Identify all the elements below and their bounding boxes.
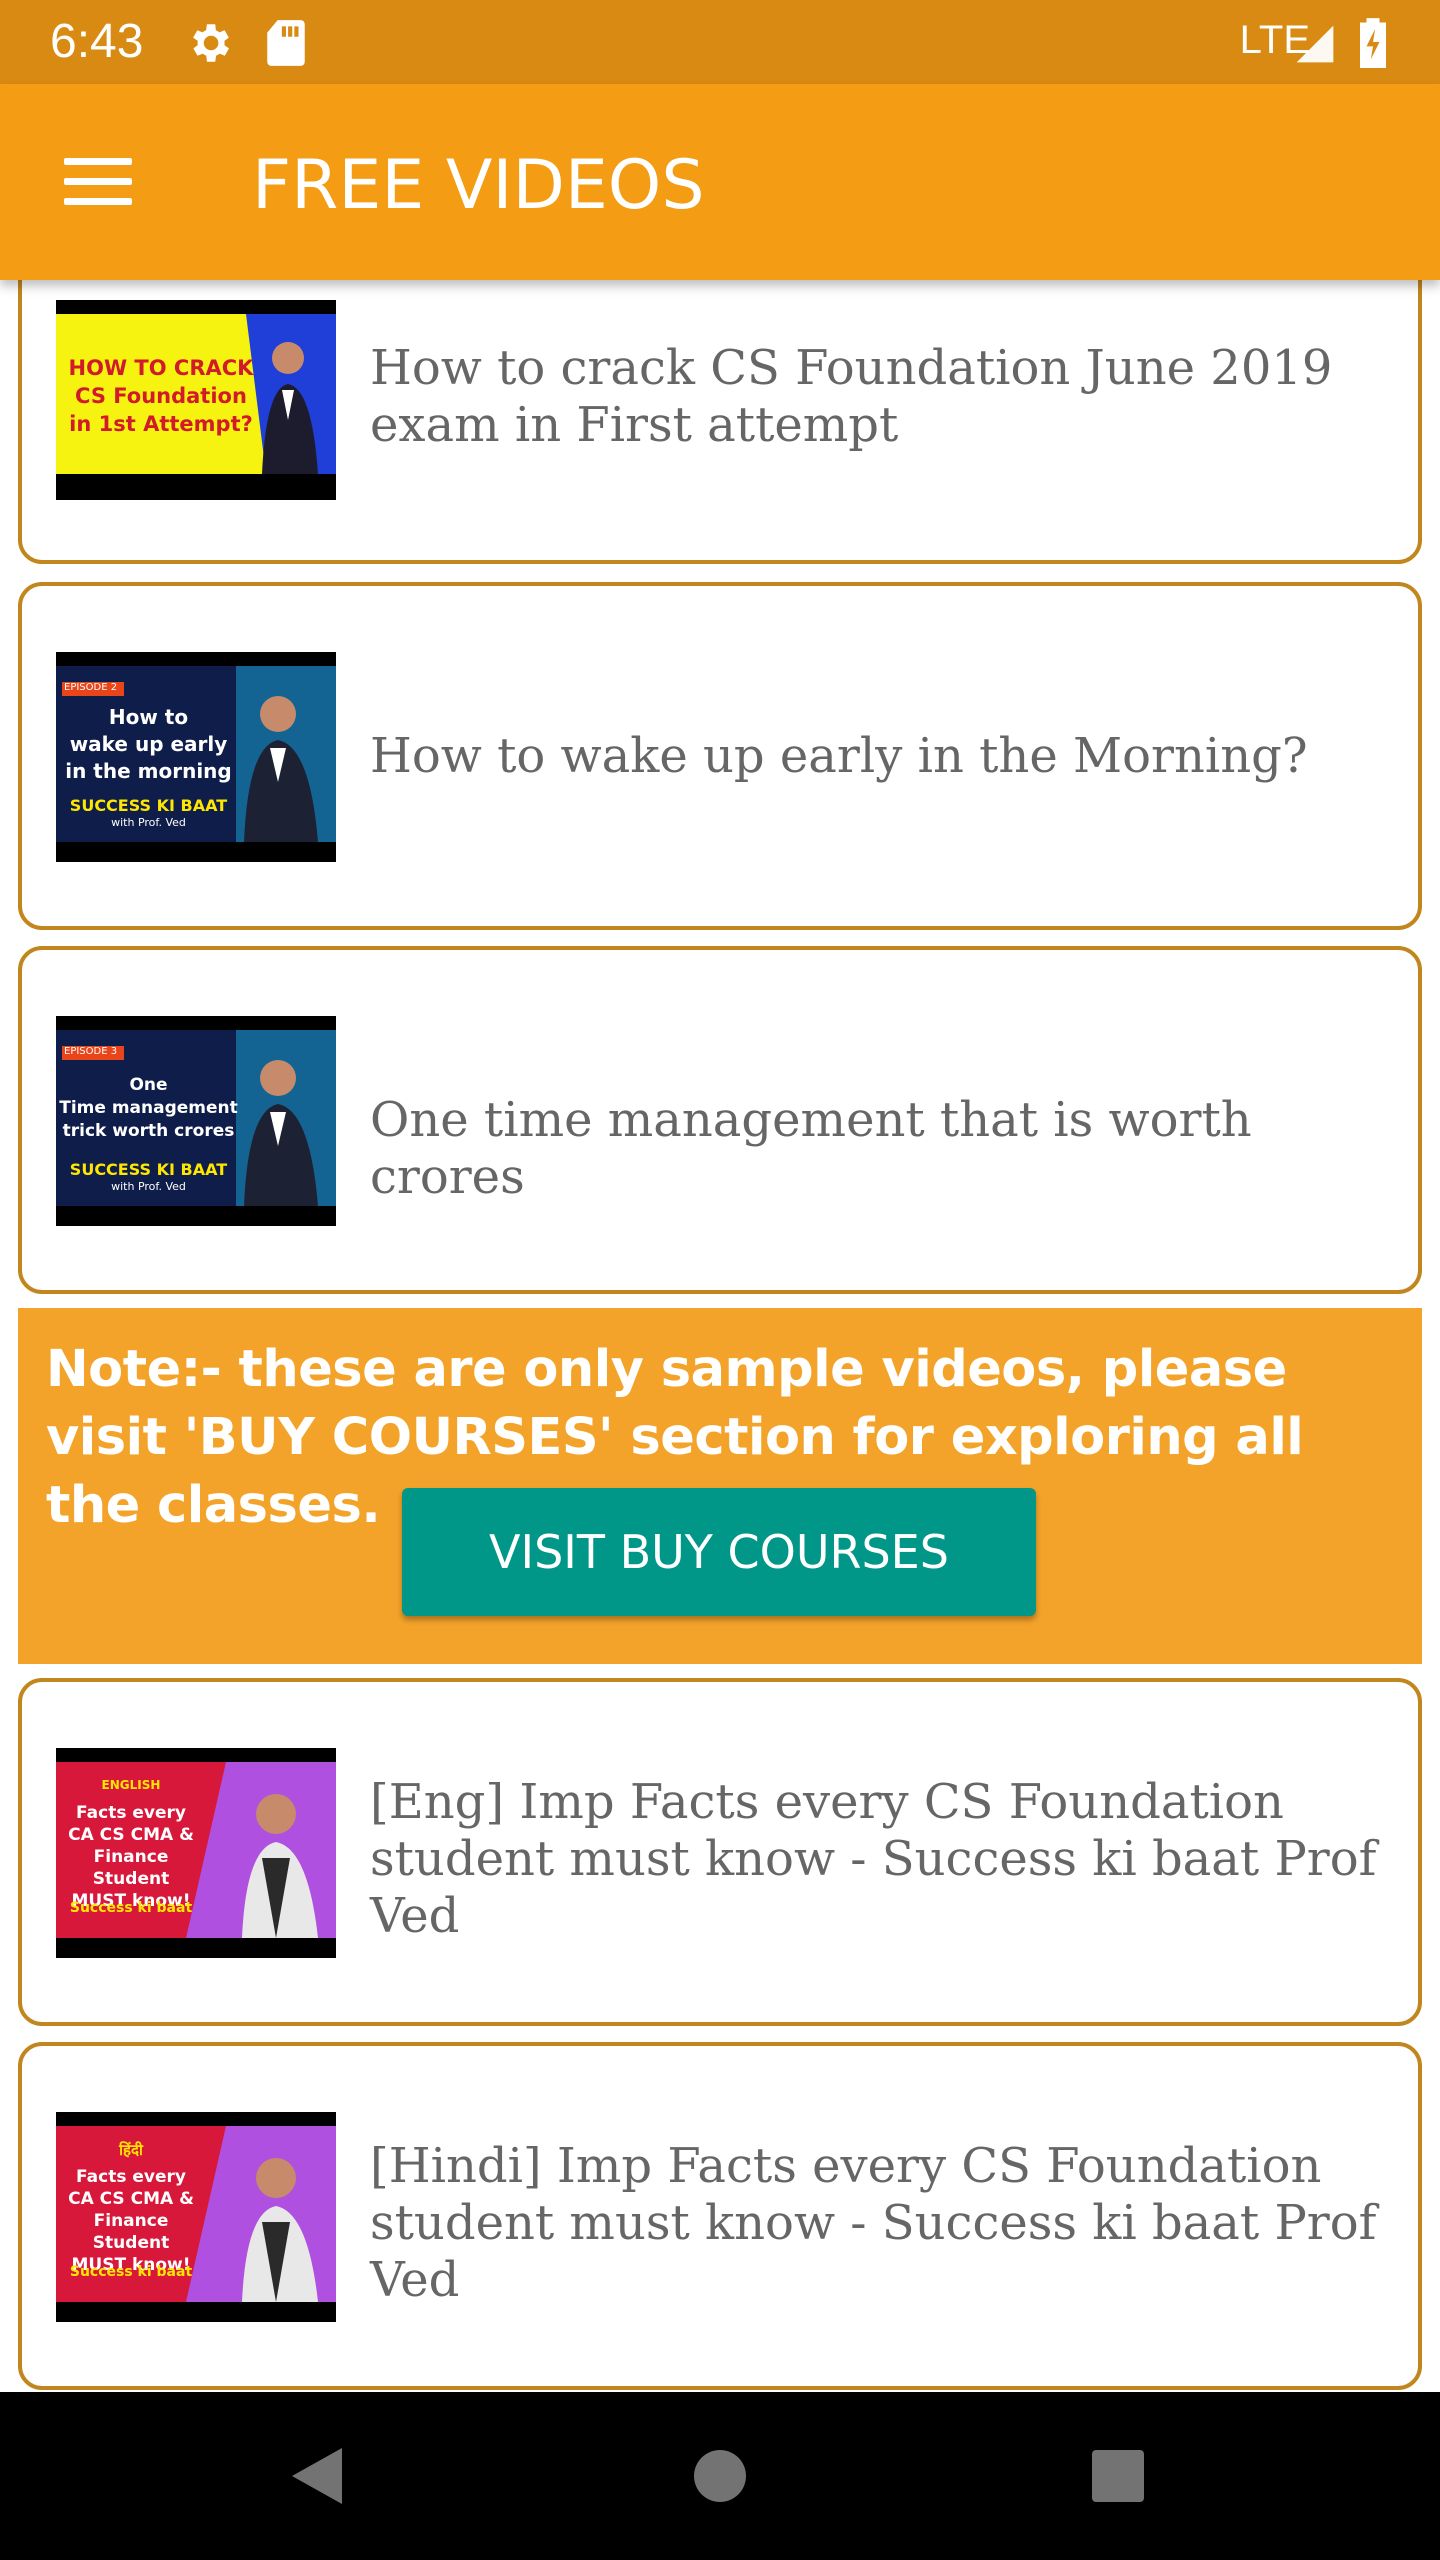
thumb-brand: Success ki baat [69,1900,193,1916]
thumb-caption: How to wake up early in the morning [65,705,232,783]
video-title[interactable]: How to wake up early in the Morning? [370,728,1378,785]
video-title[interactable]: One time management that is worth crores [370,1092,1378,1206]
recents-icon[interactable] [1078,2436,1158,2516]
video-card[interactable]: EPISODE 3 One Time management trick wort… [18,946,1422,1294]
video-thumbnail: ENGLISH Facts every CA CS CMA & Finance … [56,1748,336,1958]
thumb-caption: Facts every CA CS CMA & Finance Student … [68,1803,194,1911]
back-icon[interactable] [278,2436,358,2516]
video-title[interactable]: [Hindi] Imp Facts every CS Foundation st… [370,2138,1378,2309]
sd-card-icon [264,18,308,73]
video-card[interactable]: EPISODE 2 How to wake up early in the mo… [18,582,1422,930]
app-bar: FREE VIDEOS [0,84,1440,280]
thumb-brand: Success ki baat [69,2264,193,2280]
status-bar: 6:43 LTE [0,0,1440,84]
thumb-lang: ENGLISH [101,1778,161,1792]
page-title: FREE VIDEOS [252,146,705,225]
signal-icon [1292,22,1338,71]
thumb-sub: with Prof. Ved [111,816,186,829]
thumb-brand: SUCCESS KI BAAT [69,796,228,815]
video-thumbnail: EPISODE 2 How to wake up early in the mo… [56,652,336,862]
home-icon[interactable] [680,2436,760,2516]
thumb-caption: Facts every CA CS CMA & Finance Student … [68,2167,194,2275]
video-card[interactable]: हिंदी Facts every CA CS CMA & Finance St… [18,2042,1422,2390]
video-title[interactable]: How to crack CS Foundation June 2019 exa… [370,340,1378,454]
video-title[interactable]: [Eng] Imp Facts every CS Foundation stud… [370,1774,1378,1945]
visit-buy-courses-button[interactable]: VISIT BUY COURSES [402,1488,1036,1616]
video-thumbnail: हिंदी Facts every CA CS CMA & Finance St… [56,2112,336,2322]
video-list[interactable]: HOW TO CRACK CS Foundation in 1st Attemp… [0,280,1440,2392]
video-thumbnail: EPISODE 3 One Time management trick wort… [56,1016,336,1226]
battery-charging-icon [1356,16,1390,73]
hamburger-menu-icon[interactable] [50,134,146,230]
thumb-lang: हिंदी [119,2141,143,2159]
episode-label: EPISODE 2 [64,682,118,693]
video-card[interactable]: HOW TO CRACK CS Foundation in 1st Attemp… [18,280,1422,564]
video-thumbnail: HOW TO CRACK CS Foundation in 1st Attemp… [56,300,336,500]
thumb-brand: SUCCESS KI BAAT [69,1160,228,1179]
thumb-sub: with Prof. Ved [111,1180,186,1193]
sample-videos-note: Note:- these are only sample videos, ple… [18,1308,1422,1664]
thumb-caption: HOW TO CRACK CS Foundation in 1st Attemp… [68,356,254,436]
status-time: 6:43 [50,15,144,68]
video-card[interactable]: ENGLISH Facts every CA CS CMA & Finance … [18,1678,1422,2026]
settings-gear-icon [184,18,234,73]
thumb-caption: One Time management trick worth crores [59,1075,238,1141]
episode-label: EPISODE 3 [64,1046,118,1057]
system-nav-bar [0,2392,1440,2560]
